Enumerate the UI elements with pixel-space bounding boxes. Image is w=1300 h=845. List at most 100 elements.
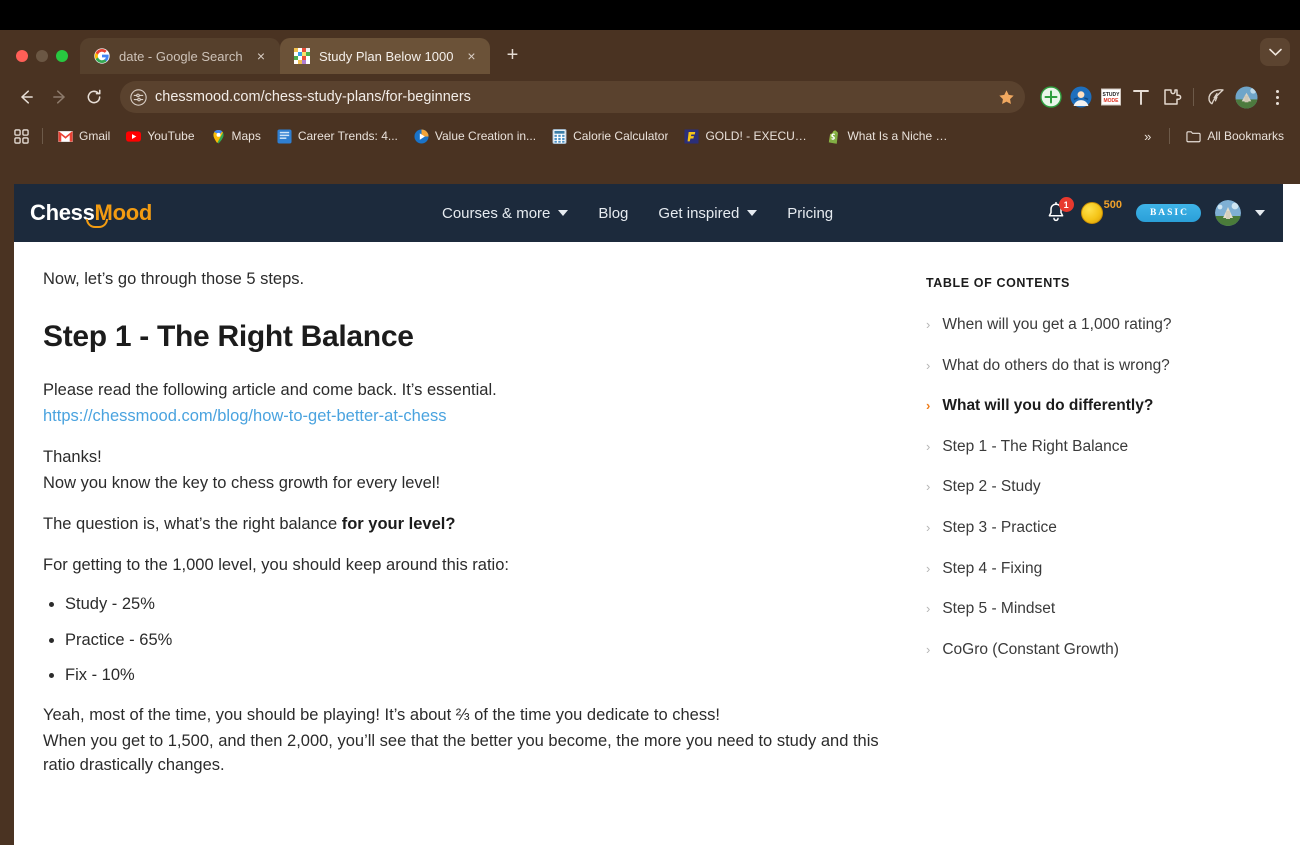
site-nav: Courses & more Blog Get inspired Pricing — [442, 205, 833, 222]
reload-icon — [87, 89, 101, 104]
toc-item-cogro[interactable]: › CoGro (Constant Growth) — [926, 641, 1274, 660]
article-closing-2: When you get to 1,500, and then 2,000, y… — [43, 731, 879, 774]
window-maximize-button[interactable] — [56, 50, 68, 62]
plan-badge[interactable]: BASIC — [1135, 204, 1201, 222]
back-button[interactable] — [10, 81, 42, 113]
chessmood-logo[interactable]: ChessMood — [30, 200, 152, 228]
browser-window: date - Google Search × Study Plan Below … — [0, 30, 1300, 845]
article-thanks: Thanks! — [43, 447, 102, 466]
bookmark-label: Gmail — [79, 129, 111, 143]
toc-item-step-5[interactable]: › Step 5 - Mindset — [926, 600, 1274, 619]
chevron-right-icon: › — [926, 601, 931, 617]
forward-button[interactable] — [44, 81, 76, 113]
nav-item-blog[interactable]: Blog — [598, 205, 628, 222]
new-tab-button[interactable]: + — [498, 41, 526, 69]
toc-item-step-4[interactable]: › Step 4 - Fixing — [926, 560, 1274, 579]
text-T-icon — [1133, 90, 1149, 105]
tab-strip: date - Google Search × Study Plan Below … — [0, 30, 1300, 74]
article-question: The question is, what’s the right balanc… — [43, 513, 914, 537]
apps-grid-icon[interactable] — [8, 124, 34, 148]
toc-item-label: Step 3 - Practice — [942, 518, 1057, 536]
article-heading: Step 1 - The Right Balance — [43, 319, 414, 353]
tab-close-button[interactable]: × — [252, 47, 270, 65]
article-link[interactable]: https://chessmood.com/blog/how-to-get-be… — [43, 407, 447, 425]
chessmood-checker-icon — [294, 48, 310, 64]
os-top-strip — [0, 0, 1300, 30]
tab-title: date - Google Search — [119, 48, 243, 64]
tab-study-plan[interactable]: Study Plan Below 1000 × — [280, 38, 491, 74]
toc-item-step-1[interactable]: › Step 1 - The Right Balance — [926, 438, 1274, 457]
bookmark-value-creation[interactable]: Value Creation in... — [407, 126, 543, 147]
bookmarks-divider-2 — [1169, 128, 1171, 144]
page-body: Now, let’s go through those 5 steps. Ste… — [14, 242, 1300, 845]
tab-list-button[interactable] — [1260, 38, 1290, 66]
nav-item-courses[interactable]: Courses & more — [442, 205, 569, 222]
address-bar[interactable]: chessmood.com/chess-study-plans/for-begi… — [120, 81, 1025, 113]
calculator-icon — [552, 128, 567, 144]
window-controls[interactable] — [10, 50, 80, 74]
list-item: Fix - 10% — [65, 665, 914, 686]
user-avatar-icon[interactable] — [1215, 200, 1241, 226]
toc-item-label: When will you get a 1,000 rating? — [942, 316, 1172, 333]
green-plus-icon — [1040, 86, 1062, 108]
coin-icon — [1080, 202, 1103, 224]
chevron-down-icon — [1268, 48, 1282, 56]
list-item: Study - 25% — [65, 594, 914, 615]
folder-icon — [1186, 130, 1201, 142]
bookmark-niche-market[interactable]: What Is a Niche M... — [819, 126, 959, 147]
toc-item-do-differently[interactable]: › What will you do differently? — [926, 397, 1274, 416]
bookmark-label: YouTube — [147, 129, 195, 143]
nav-label: Pricing — [787, 204, 834, 222]
bookmark-calorie-calculator[interactable]: Calorie Calculator — [545, 126, 675, 147]
tab-close-button[interactable]: × — [462, 47, 480, 65]
chevron-right-icon: › — [926, 357, 931, 373]
bookmark-gold-executi[interactable]: GOLD! - EXECUTI... — [677, 126, 817, 147]
site-header-right: 1 500 BASIC — [1045, 184, 1265, 242]
bookmark-star-icon[interactable] — [993, 84, 1019, 110]
profile-avatar-icon[interactable] — [1234, 85, 1258, 109]
window-minimize-button[interactable] — [36, 50, 48, 62]
kebab-dot — [1275, 101, 1279, 105]
all-bookmarks-button[interactable]: All Bookmarks — [1180, 126, 1290, 147]
puzzle-piece-icon — [1164, 89, 1182, 105]
notifications-button[interactable]: 1 — [1045, 197, 1074, 225]
article-intro: Now, let’s go through those 5 steps. — [43, 270, 305, 288]
green-plus-icon[interactable] — [1039, 85, 1063, 109]
bookmark-youtube[interactable]: YouTube — [119, 126, 201, 147]
apps-grid-icon — [13, 128, 29, 144]
bookmarks-divider — [42, 128, 43, 144]
site-info-tune-icon[interactable] — [130, 88, 147, 106]
tab-google-search[interactable]: date - Google Search × — [80, 38, 280, 74]
toc-item-label: Step 1 - The Right Balance — [942, 437, 1129, 455]
browser-menu-button[interactable] — [1264, 84, 1290, 110]
toc-item-step-3[interactable]: › Step 3 - Practice — [926, 519, 1274, 538]
toc-item-when-1000-rating[interactable]: › When will you get a 1,000 rating? — [926, 316, 1274, 335]
chevron-down-icon — [747, 210, 758, 216]
bookmark-gmail[interactable]: Gmail — [51, 126, 117, 147]
puzzle-piece-icon[interactable] — [1159, 85, 1183, 109]
leaf-bolt-icon[interactable] — [1204, 85, 1228, 109]
toc-item-others-wrong[interactable]: › What do others do that is wrong? — [926, 357, 1274, 376]
toc-item-step-2[interactable]: › Step 2 - Study — [926, 478, 1274, 497]
study-mode-icon[interactable]: STUDY MODE — [1099, 85, 1123, 109]
bookmark-label: Career Trends: 4... — [297, 129, 398, 143]
svg-text:MODE: MODE — [1104, 98, 1120, 104]
chevron-right-icon: › — [926, 438, 931, 454]
blue-circle-avatar-icon[interactable] — [1069, 85, 1093, 109]
url-text[interactable]: chessmood.com/chess-study-plans/for-begi… — [155, 89, 985, 105]
bookmark-career-trends[interactable]: Career Trends: 4... — [270, 126, 405, 147]
coin-balance[interactable]: 500 — [1080, 199, 1122, 224]
window-close-button[interactable] — [16, 50, 28, 62]
chevron-right-icon: › — [926, 479, 931, 495]
text-T-icon[interactable] — [1129, 85, 1153, 109]
toolbar-divider — [1193, 88, 1194, 106]
bookmarks-overflow-button[interactable]: » — [1136, 127, 1159, 146]
nav-item-get-inspired[interactable]: Get inspired — [658, 205, 758, 222]
article-closing-1: Yeah, most of the time, you should be pl… — [43, 705, 720, 724]
account-chevron-down-icon[interactable] — [1255, 210, 1265, 216]
reload-button[interactable] — [78, 81, 110, 113]
extension-icons: STUDY MODE — [1035, 84, 1290, 110]
nav-item-pricing[interactable]: Pricing — [787, 205, 833, 222]
chevron-down-icon — [558, 210, 569, 216]
bookmark-maps[interactable]: Maps — [204, 126, 268, 147]
